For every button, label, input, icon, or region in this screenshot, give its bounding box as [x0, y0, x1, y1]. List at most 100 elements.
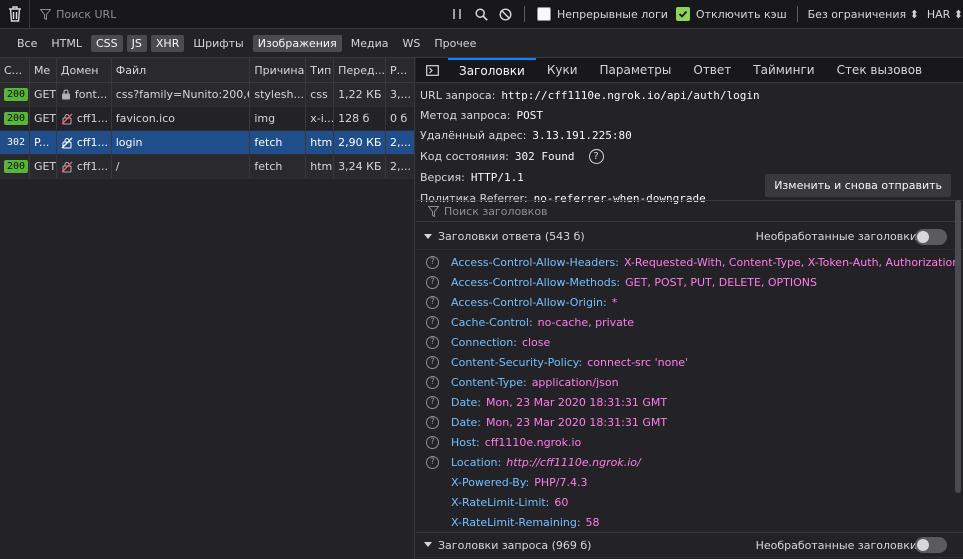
- help-icon[interactable]: ?: [426, 435, 439, 449]
- search-button[interactable]: [469, 0, 493, 29]
- header-row[interactable]: X-RateLimit-Limit: 60: [416, 492, 953, 512]
- persist-logs-checkbox[interactable]: Непрерывные логи: [536, 7, 668, 21]
- header-name: Date:: [451, 415, 481, 429]
- raw-headers-toggle[interactable]: [915, 228, 947, 245]
- file-cell: css?family=Nunito:200,600: [112, 83, 251, 106]
- filter-other[interactable]: Прочее: [429, 35, 481, 52]
- filter-media[interactable]: Медиа: [346, 35, 394, 52]
- toolbar-separator: [524, 6, 525, 22]
- column-status[interactable]: С...: [0, 58, 30, 82]
- har-menu[interactable]: HAR ⬍: [927, 8, 963, 21]
- type-cell: x-i...: [306, 107, 335, 130]
- type-filter-bar: Все HTML CSS JS XHR Шрифты Изображения М…: [0, 29, 963, 58]
- help-icon[interactable]: ?: [588, 148, 604, 164]
- column-file[interactable]: Файл: [112, 58, 251, 82]
- pause-button[interactable]: [445, 0, 469, 29]
- edit-and-resend-button[interactable]: Изменить и снова отправить: [765, 174, 951, 197]
- request-details-panel: Заголовки Куки Параметры Ответ Тайминги …: [416, 57, 963, 559]
- file-cell: login: [112, 131, 251, 154]
- help-icon[interactable]: ?: [426, 295, 439, 309]
- header-value: GET, POST, PUT, DELETE, OPTIONS: [625, 275, 818, 289]
- size-cell: 0 б: [390, 112, 408, 125]
- request-row[interactable]: 200 GET cff1... favicon.ico img x-i... 1…: [0, 107, 414, 131]
- scrollbar[interactable]: [953, 200, 963, 493]
- filter-js[interactable]: JS: [126, 34, 147, 52]
- raw-headers-label: Необработанные заголовки: [755, 538, 917, 552]
- help-icon[interactable]: ?: [426, 375, 439, 389]
- checkbox-unchecked[interactable]: [536, 7, 551, 21]
- column-type[interactable]: Тип: [306, 58, 335, 82]
- header-row[interactable]: ? Location: http://cff1110e.ngrok.io/: [416, 452, 953, 472]
- header-value: PHP/7.4.3: [534, 475, 588, 489]
- filter-fonts[interactable]: Шрифты: [188, 35, 248, 52]
- filter-html[interactable]: HTML: [46, 35, 87, 52]
- toggle-sidebar-button[interactable]: [416, 58, 448, 83]
- header-row[interactable]: ? Access-Control-Allow-Headers: X-Requeste…: [416, 252, 959, 272]
- header-row[interactable]: X-Powered-By: PHP/7.4.3: [416, 472, 953, 492]
- tab-headers[interactable]: Заголовки: [448, 57, 536, 83]
- domain-text: cff1...: [76, 112, 108, 125]
- headers-search-input[interactable]: Поиск заголовков: [416, 200, 963, 222]
- block-button[interactable]: [494, 0, 518, 29]
- block-icon: [499, 7, 512, 21]
- clear-button[interactable]: [0, 0, 31, 29]
- filter-ws[interactable]: WS: [397, 35, 425, 52]
- help-icon[interactable]: ?: [426, 415, 439, 429]
- filter-css[interactable]: CSS: [91, 34, 123, 52]
- header-value: close: [521, 335, 551, 349]
- tab-cookies[interactable]: Куки: [536, 58, 589, 83]
- url-filter-placeholder: Поиск URL: [56, 7, 117, 21]
- header-row[interactable]: ? Access-Control-Allow-Methods: GET, POST,…: [416, 272, 953, 292]
- tab-stack-trace[interactable]: Стек вызовов: [826, 58, 934, 83]
- help-icon[interactable]: ?: [426, 355, 439, 369]
- request-url: http://cff1110e.ngrok.io/api/auth/login: [501, 88, 760, 102]
- help-icon[interactable]: ?: [426, 315, 439, 329]
- help-icon[interactable]: ?: [426, 395, 439, 409]
- raw-headers-toggle[interactable]: [915, 537, 947, 553]
- header-row[interactable]: ? Content-Security-Policy: connect-src 'no…: [416, 352, 953, 372]
- request-headers-section[interactable]: Заголовки запроса (969 б) Необработанные…: [416, 532, 963, 558]
- column-transferred[interactable]: Перед...: [334, 58, 387, 82]
- method-cell: GET: [30, 155, 57, 178]
- tab-params[interactable]: Параметры: [589, 58, 683, 83]
- filter-all[interactable]: Все: [12, 35, 42, 52]
- column-cause[interactable]: Причина: [250, 58, 307, 82]
- column-size[interactable]: Р...: [386, 58, 414, 82]
- header-row[interactable]: ? Connection: close: [416, 332, 953, 352]
- help-icon[interactable]: ?: [426, 455, 439, 469]
- header-row[interactable]: ? Access-Control-Allow-Origin: *: [416, 292, 953, 312]
- header-name: X-RateLimit-Remaining:: [451, 515, 581, 529]
- header-value: Mon, 23 Mar 2020 18:31:31 GMT: [486, 415, 668, 429]
- transferred-cell: 128 б: [334, 107, 387, 130]
- header-name: Content-Type:: [451, 375, 527, 389]
- header-row[interactable]: X-RateLimit-Remaining: 58: [416, 512, 953, 532]
- tab-timings[interactable]: Тайминги: [742, 58, 825, 83]
- filter-xhr[interactable]: XHR: [150, 34, 185, 52]
- url-filter-input[interactable]: Поиск URL: [30, 0, 444, 29]
- header-name: Host:: [451, 435, 480, 449]
- response-headers-section[interactable]: Заголовки ответа (543 б) Необработанные …: [416, 224, 963, 250]
- disable-cache-checkbox[interactable]: Отключить кэш: [675, 7, 787, 21]
- help-icon[interactable]: ?: [426, 255, 439, 269]
- request-row-selected[interactable]: 302 P... cff1... login fetch html 2,90 К…: [0, 131, 414, 155]
- column-domain[interactable]: Домен: [57, 58, 112, 82]
- domain-cell: cff1...: [57, 131, 112, 154]
- scrollbar-thumb[interactable]: [955, 200, 961, 493]
- request-row[interactable]: 200 GET cff1... / fetch html 3,24 КБ 2,.…: [0, 155, 414, 179]
- domain-text: cff1...: [76, 160, 108, 173]
- help-icon[interactable]: ?: [426, 275, 439, 289]
- header-row[interactable]: ? Host: cff1110e.ngrok.io: [416, 432, 953, 452]
- checkbox-checked[interactable]: [675, 7, 690, 21]
- header-row[interactable]: ? Cache-Control: no-cache, private: [416, 312, 953, 332]
- filter-images[interactable]: Изображения: [252, 34, 342, 52]
- header-row[interactable]: ? Date: Mon, 23 Mar 2020 18:31:31 GMT: [416, 392, 953, 412]
- help-icon[interactable]: ?: [426, 335, 439, 349]
- headers-search-placeholder: Поиск заголовков: [444, 204, 548, 218]
- request-row[interactable]: 200 GET font... css?family=Nunito:200,60…: [0, 83, 414, 107]
- column-method[interactable]: Ме: [30, 58, 57, 82]
- summary-method: Метод запроса: POST: [420, 105, 963, 125]
- header-row[interactable]: ? Date: Mon, 23 Mar 2020 18:31:31 GMT: [416, 412, 953, 432]
- tab-response[interactable]: Ответ: [682, 58, 742, 83]
- throttling-select[interactable]: Без ограничения ⬍: [808, 8, 919, 21]
- header-row[interactable]: ? Content-Type: application/json: [416, 372, 953, 392]
